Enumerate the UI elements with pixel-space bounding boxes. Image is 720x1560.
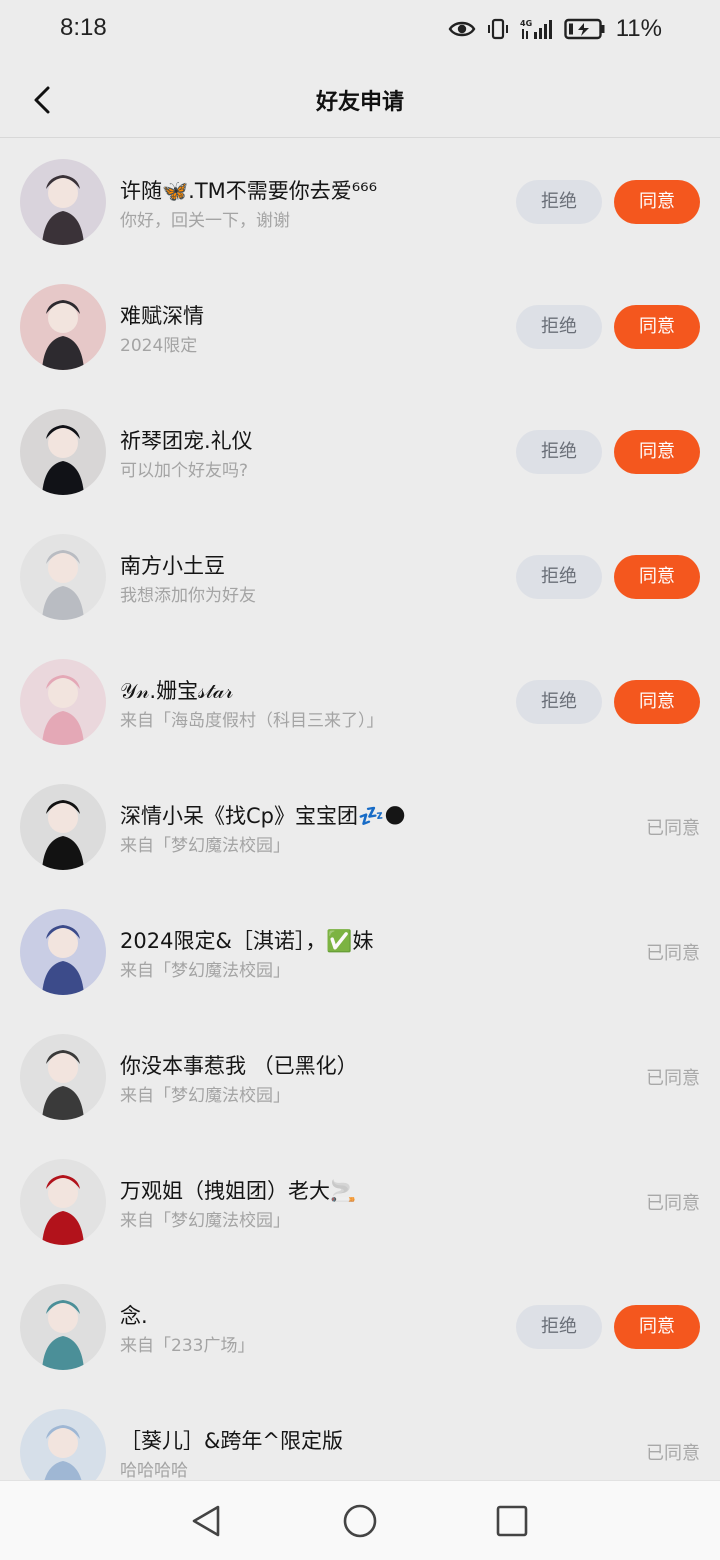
friend-request-row[interactable]: 你没本事惹我 （已黑化） 来自「梦幻魔法校园」 已同意 <box>0 1014 720 1139</box>
reject-button[interactable]: 拒绝 <box>516 180 602 224</box>
system-nav-bar <box>0 1480 720 1560</box>
agreed-status: 已同意 <box>646 818 700 839</box>
status-icons: 4G 11% <box>448 14 662 44</box>
battery-percent: 11% <box>615 15 662 42</box>
requester-name: 南方小土豆 <box>120 554 225 578</box>
avatar[interactable] <box>20 159 106 245</box>
requester-name: 𝒴𝓃.姗宝𝓈𝓉𝒶𝓇 <box>120 679 234 703</box>
accept-button[interactable]: 同意 <box>614 1305 700 1349</box>
avatar[interactable] <box>20 784 106 870</box>
request-message: 我想添加你为好友 <box>120 586 256 606</box>
request-message: 来自「梦幻魔法校园」 <box>120 836 290 856</box>
agreed-status: 已同意 <box>646 1068 700 1089</box>
avatar[interactable] <box>20 409 106 495</box>
request-message: 来自「海岛度假村（科目三来了）」 <box>120 711 384 731</box>
requester-name: 2024限定&［淇诺］，✅妹 <box>120 929 374 953</box>
requester-name: 万观姐（拽姐团）老大🚬 <box>120 1179 357 1203</box>
requester-name: 念. <box>120 1304 148 1328</box>
square-recents-icon <box>496 1505 528 1537</box>
reject-button[interactable]: 拒绝 <box>516 555 602 599</box>
accept-button[interactable]: 同意 <box>614 305 700 349</box>
request-message: 你好，回关一下，谢谢 <box>120 211 290 231</box>
requester-name: ［葵儿］&跨年^限定版 <box>120 1429 343 1453</box>
circle-home-icon <box>343 1504 377 1538</box>
request-message: 来自「233广场」 <box>120 1336 255 1356</box>
nav-home-button[interactable] <box>340 1501 380 1541</box>
agreed-status: 已同意 <box>646 1443 700 1464</box>
accept-button[interactable]: 同意 <box>614 680 700 724</box>
requester-name: 难赋深情 <box>120 304 204 328</box>
vibrate-icon <box>486 17 510 41</box>
avatar[interactable] <box>20 1409 106 1480</box>
page-title: 好友申请 <box>315 90 404 115</box>
reject-button[interactable]: 拒绝 <box>516 1305 602 1349</box>
agreed-status: 已同意 <box>646 943 700 964</box>
battery-charging-icon <box>564 18 606 40</box>
signal-4g-icon: 4G <box>520 17 554 41</box>
status-time: 8:18 <box>60 14 107 41</box>
status-bar: 8:18 4G 11% <box>0 0 720 60</box>
avatar[interactable] <box>20 534 106 620</box>
svg-text:4G: 4G <box>520 19 532 28</box>
nav-recents-button[interactable] <box>492 1501 532 1541</box>
friend-request-row[interactable]: ［葵儿］&跨年^限定版哈哈哈哈 已同意 <box>0 1389 720 1480</box>
reject-button[interactable]: 拒绝 <box>516 680 602 724</box>
reject-button[interactable]: 拒绝 <box>516 430 602 474</box>
avatar[interactable] <box>20 1034 106 1120</box>
avatar[interactable] <box>20 659 106 745</box>
friend-request-row[interactable]: 𝒴𝓃.姗宝𝓈𝓉𝒶𝓇 来自「海岛度假村（科目三来了）」 拒绝 同意 <box>0 639 720 764</box>
accept-button[interactable]: 同意 <box>614 430 700 474</box>
accept-button[interactable]: 同意 <box>614 180 700 224</box>
friend-request-row[interactable]: 万观姐（拽姐团）老大🚬 来自「梦幻魔法校园」 已同意 <box>0 1139 720 1264</box>
avatar[interactable] <box>20 1159 106 1245</box>
nav-back-button[interactable] <box>186 1501 226 1541</box>
eye-icon <box>448 19 476 39</box>
requester-name: 许随🦋.TM不需要你去爱⁶⁶⁶ <box>120 179 378 203</box>
requester-name: 深情小呆《找Cp》宝宝团💤🌑 <box>120 804 407 828</box>
friend-request-row[interactable]: 许随🦋.TM不需要你去爱⁶⁶⁶ 你好，回关一下，谢谢 拒绝 同意 <box>0 139 720 264</box>
agreed-status: 已同意 <box>646 1193 700 1214</box>
request-message: 来自「梦幻魔法校园」 <box>120 1211 290 1231</box>
accept-button[interactable]: 同意 <box>614 555 700 599</box>
friend-request-row[interactable]: 念. 来自「233广场」 拒绝 同意 <box>0 1264 720 1389</box>
reject-button[interactable]: 拒绝 <box>516 305 602 349</box>
avatar[interactable] <box>20 284 106 370</box>
friend-request-list[interactable]: 许随🦋.TM不需要你去爱⁶⁶⁶ 你好，回关一下，谢谢 拒绝 同意 难赋深情 2024限定拒… <box>0 139 720 1480</box>
triangle-back-icon <box>192 1505 220 1537</box>
friend-request-row[interactable]: 祈琴团宠.礼仪可以加个好友吗? 拒绝 同意 <box>0 389 720 514</box>
request-message: 2024限定 <box>120 336 198 356</box>
friend-request-row[interactable]: 2024限定&［淇诺］，✅妹来自「梦幻魔法校园」 已同意 <box>0 889 720 1014</box>
avatar[interactable] <box>20 1284 106 1370</box>
requester-name: 你没本事惹我 （已黑化） <box>120 1054 358 1078</box>
request-message: 来自「梦幻魔法校园」 <box>120 1086 290 1106</box>
friend-request-row[interactable]: 难赋深情 2024限定 拒绝 同意 <box>0 264 720 389</box>
request-message: 哈哈哈哈 <box>120 1461 188 1480</box>
requester-name: 祈琴团宠.礼仪 <box>120 429 253 453</box>
request-message: 来自「梦幻魔法校园」 <box>120 961 290 981</box>
avatar[interactable] <box>20 909 106 995</box>
friend-request-row[interactable]: 南方小土豆我想添加你为好友 拒绝 同意 <box>0 514 720 639</box>
request-message: 可以加个好友吗? <box>120 461 249 481</box>
friend-request-row[interactable]: 深情小呆《找Cp》宝宝团💤🌑 来自「梦幻魔法校园」 已同意 <box>0 764 720 889</box>
app-header: 好友申请 <box>0 60 720 138</box>
